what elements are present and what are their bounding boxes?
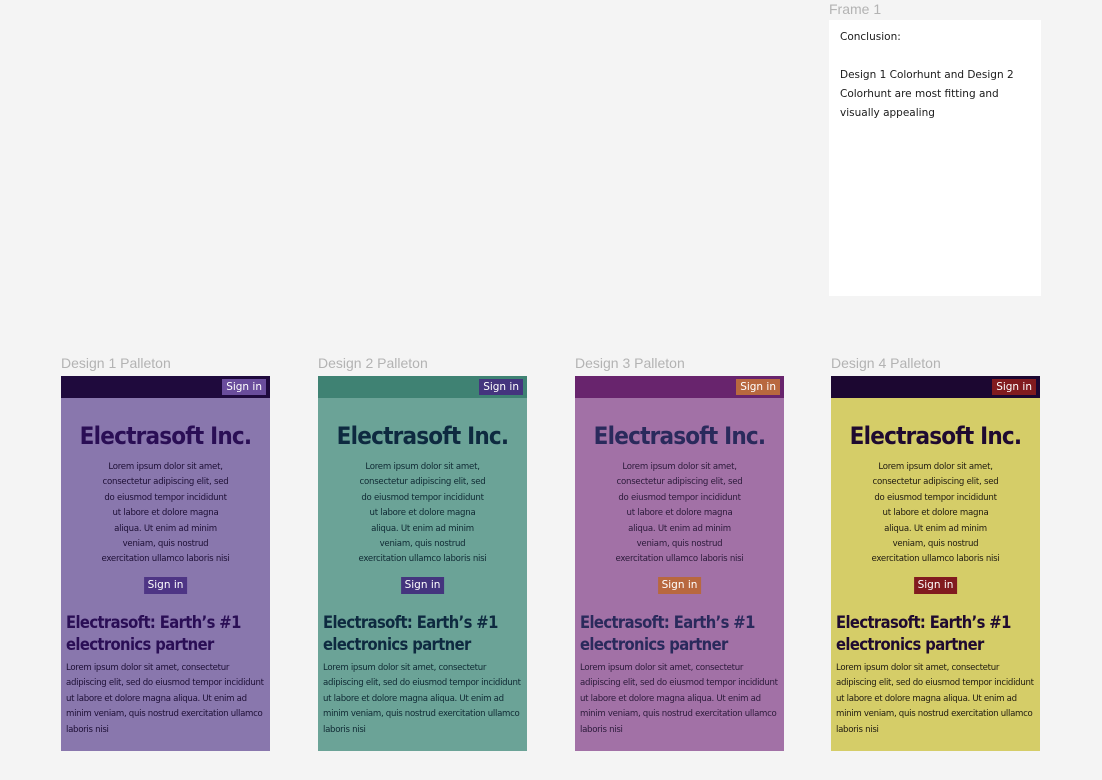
- section-description: Lorem ipsum dolor sit amet, consectetur …: [323, 663, 521, 735]
- top-bar: Sign in: [61, 376, 270, 398]
- section-title: Electrasoft: Earth’s #1 electronics part…: [580, 613, 755, 654]
- hero-title: Electrasoft Inc.: [79, 422, 252, 450]
- hero-description: Lorem ipsum dolor sit amet, consectetur …: [615, 462, 744, 565]
- conclusion-text: Design 1 Colorhunt and Design 2 Colorhun…: [840, 69, 1014, 119]
- hero-sign-in-button[interactable]: Sign in: [400, 577, 445, 594]
- hero-sign-in-button[interactable]: Sign in: [913, 577, 958, 594]
- section-description: Lorem ipsum dolor sit amet, consectetur …: [66, 663, 264, 735]
- design-2-label[interactable]: Design 2 Palleton: [318, 355, 428, 371]
- topbar-sign-in-button[interactable]: Sign in: [222, 379, 266, 395]
- section-title: Electrasoft: Earth’s #1 electronics part…: [323, 613, 498, 654]
- hero-description: Lorem ipsum dolor sit amet, consectetur …: [358, 462, 487, 565]
- top-bar: Sign in: [575, 376, 784, 398]
- section-title: Electrasoft: Earth’s #1 electronics part…: [836, 613, 1011, 654]
- conclusion-text-block: Conclusion: Design 1 Colorhunt and Desig…: [840, 28, 1032, 142]
- section-description: Lorem ipsum dolor sit amet, consectetur …: [580, 663, 778, 735]
- section-title: Electrasoft: Earth’s #1 electronics part…: [66, 613, 241, 654]
- design-1-frame[interactable]: Sign in Electrasoft Inc. Lorem ipsum dol…: [61, 376, 270, 751]
- design-2-frame[interactable]: Sign in Electrasoft Inc. Lorem ipsum dol…: [318, 376, 527, 751]
- frame-1[interactable]: Conclusion: Design 1 Colorhunt and Desig…: [829, 20, 1041, 296]
- hero-title: Electrasoft Inc.: [593, 422, 766, 450]
- design-3-frame[interactable]: Sign in Electrasoft Inc. Lorem ipsum dol…: [575, 376, 784, 751]
- design-3-label[interactable]: Design 3 Palleton: [575, 355, 685, 371]
- top-bar: Sign in: [318, 376, 527, 398]
- design-4-frame[interactable]: Sign in Electrasoft Inc. Lorem ipsum dol…: [831, 376, 1040, 751]
- design-4-label[interactable]: Design 4 Palleton: [831, 355, 941, 371]
- hero-description: Lorem ipsum dolor sit amet, consectetur …: [101, 462, 230, 565]
- topbar-sign-in-button[interactable]: Sign in: [736, 379, 780, 395]
- hero-title: Electrasoft Inc.: [336, 422, 509, 450]
- top-bar: Sign in: [831, 376, 1040, 398]
- section-description: Lorem ipsum dolor sit amet, consectetur …: [836, 663, 1034, 735]
- hero-description: Lorem ipsum dolor sit amet, consectetur …: [871, 462, 1000, 565]
- hero-title: Electrasoft Inc.: [849, 422, 1022, 450]
- topbar-sign-in-button[interactable]: Sign in: [992, 379, 1036, 395]
- hero-sign-in-button[interactable]: Sign in: [143, 577, 188, 594]
- frame-1-label[interactable]: Frame 1: [829, 1, 881, 17]
- topbar-sign-in-button[interactable]: Sign in: [479, 379, 523, 395]
- conclusion-heading: Conclusion:: [840, 31, 901, 43]
- hero-sign-in-button[interactable]: Sign in: [657, 577, 702, 594]
- design-1-label[interactable]: Design 1 Palleton: [61, 355, 171, 371]
